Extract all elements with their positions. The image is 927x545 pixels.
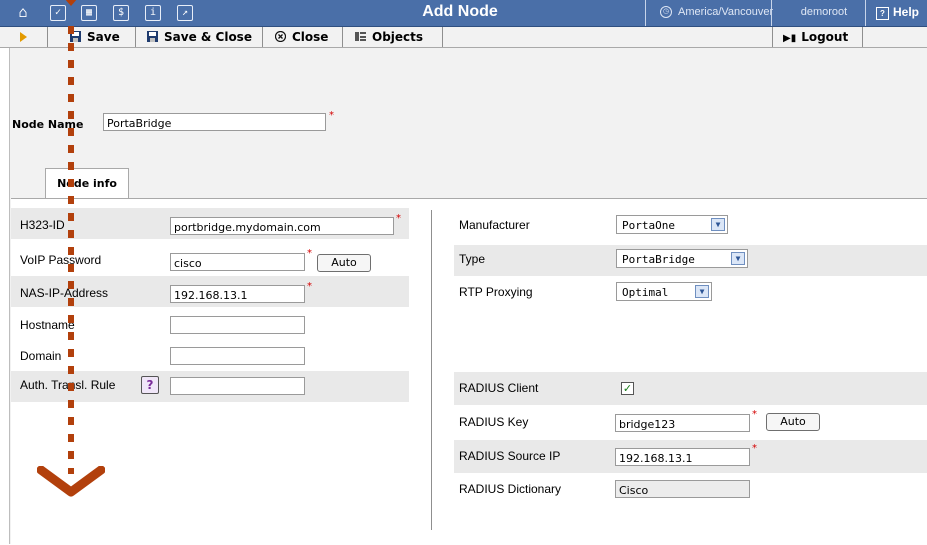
required-marker: * <box>752 409 757 420</box>
radius-dictionary-field: Cisco <box>615 480 750 498</box>
close-icon <box>275 31 286 42</box>
type-value: PortaBridge <box>622 253 695 266</box>
node-name-input[interactable] <box>103 113 326 131</box>
rtp-proxying-value: Optimal <box>622 286 669 299</box>
title-bar: ⌂ ✓ ▦ $ i ↗ Add Node ◷ America/Vancouver … <box>0 0 927 27</box>
chevron-down-icon: ▼ <box>695 285 709 298</box>
clock-icon: ◷ <box>660 6 672 19</box>
logout-icon: ▶▮ <box>783 33 797 44</box>
timezone-label: America/Vancouver <box>678 6 774 18</box>
divider <box>645 0 646 26</box>
column-divider <box>431 210 432 530</box>
checkbox-icon[interactable]: ✓ <box>50 5 66 21</box>
domain-input[interactable] <box>170 347 305 365</box>
type-select[interactable]: PortaBridge ▼ <box>616 249 748 268</box>
radius-client-label: RADIUS Client <box>459 381 539 395</box>
rtp-proxying-select[interactable]: Optimal ▼ <box>616 282 712 301</box>
arrow-down-icon <box>37 466 105 497</box>
divider <box>862 27 863 47</box>
floppy-icon <box>147 31 158 42</box>
required-marker: * <box>752 443 757 454</box>
radius-source-ip-input[interactable] <box>615 448 750 466</box>
manufacturer-select[interactable]: PortaOne ▼ <box>616 215 728 234</box>
help-label: Help <box>893 5 920 19</box>
required-marker: * <box>307 281 312 292</box>
dollar-icon[interactable]: $ <box>113 5 129 21</box>
tab-node-info[interactable]: Node info <box>45 168 129 198</box>
help-icon: ? <box>876 7 889 20</box>
save-close-label: Save & Close <box>164 30 252 44</box>
objects-icon <box>355 32 366 41</box>
divider <box>135 27 136 47</box>
radius-source-ip-label: RADIUS Source IP <box>459 449 561 463</box>
manufacturer-value: PortaOne <box>622 219 675 232</box>
radius-key-input[interactable] <box>615 414 750 432</box>
radius-auto-button[interactable]: Auto <box>766 413 820 431</box>
chart-icon[interactable]: ↗ <box>177 5 193 21</box>
required-marker: * <box>396 213 401 224</box>
logout-label: Logout <box>801 30 849 44</box>
page-title: Add Node <box>422 3 498 20</box>
chevron-down-icon: ▼ <box>711 218 725 231</box>
chevron-down-icon: ▼ <box>731 252 745 265</box>
play-icon[interactable] <box>20 32 27 42</box>
voip-password-input[interactable] <box>170 253 305 271</box>
radius-client-checkbox[interactable]: ✓ <box>621 382 634 395</box>
required-marker: * <box>329 110 334 121</box>
rtp-proxying-label: RTP Proxying <box>459 285 533 299</box>
save-label: Save <box>87 30 120 44</box>
info-icon[interactable]: i <box>145 5 161 21</box>
close-button[interactable]: Close <box>275 27 328 47</box>
divider <box>865 0 866 26</box>
radius-dictionary-label: RADIUS Dictionary <box>459 482 562 496</box>
dashed-arrow-line <box>68 26 74 474</box>
arrow-tip-top <box>64 0 78 6</box>
nas-ip-label: NAS-IP-Address <box>20 286 109 300</box>
user-name[interactable]: demoroot <box>784 6 864 18</box>
logout-button[interactable]: ▶▮ Logout <box>783 27 848 47</box>
domain-label: Domain <box>20 349 62 363</box>
help-link[interactable]: ? Help <box>876 5 919 20</box>
timezone-link[interactable]: ◷ America/Vancouver <box>660 6 774 19</box>
manufacturer-label: Manufacturer <box>459 218 530 232</box>
radius-key-label: RADIUS Key <box>459 415 529 429</box>
divider <box>772 27 773 47</box>
home-icon[interactable]: ⌂ <box>16 5 30 20</box>
grid-icon[interactable]: ▦ <box>81 5 97 21</box>
save-close-button[interactable]: Save & Close <box>147 27 252 47</box>
voip-password-label: VoIP Password <box>20 253 102 267</box>
divider <box>47 27 48 47</box>
auth-rule-input[interactable] <box>170 377 305 395</box>
h323-id-input[interactable] <box>170 217 394 235</box>
nas-ip-input[interactable] <box>170 285 305 303</box>
objects-label: Objects <box>372 30 424 44</box>
save-button[interactable]: Save <box>70 27 120 47</box>
hostname-input[interactable] <box>170 316 305 334</box>
divider <box>771 0 772 26</box>
hostname-label: Hostname <box>20 318 75 332</box>
objects-button[interactable]: Objects <box>355 27 423 47</box>
toolbar: Save Save & Close Close Objects ▶▮ Logout <box>0 27 927 48</box>
divider <box>342 27 343 47</box>
close-label: Close <box>292 30 329 44</box>
required-marker: * <box>307 248 312 259</box>
voip-auto-button[interactable]: Auto <box>317 254 371 272</box>
question-icon[interactable]: ? <box>141 376 159 394</box>
divider <box>442 27 443 47</box>
divider <box>262 27 263 47</box>
type-label: Type <box>459 252 486 266</box>
h323-id-label: H323-ID <box>20 218 65 232</box>
